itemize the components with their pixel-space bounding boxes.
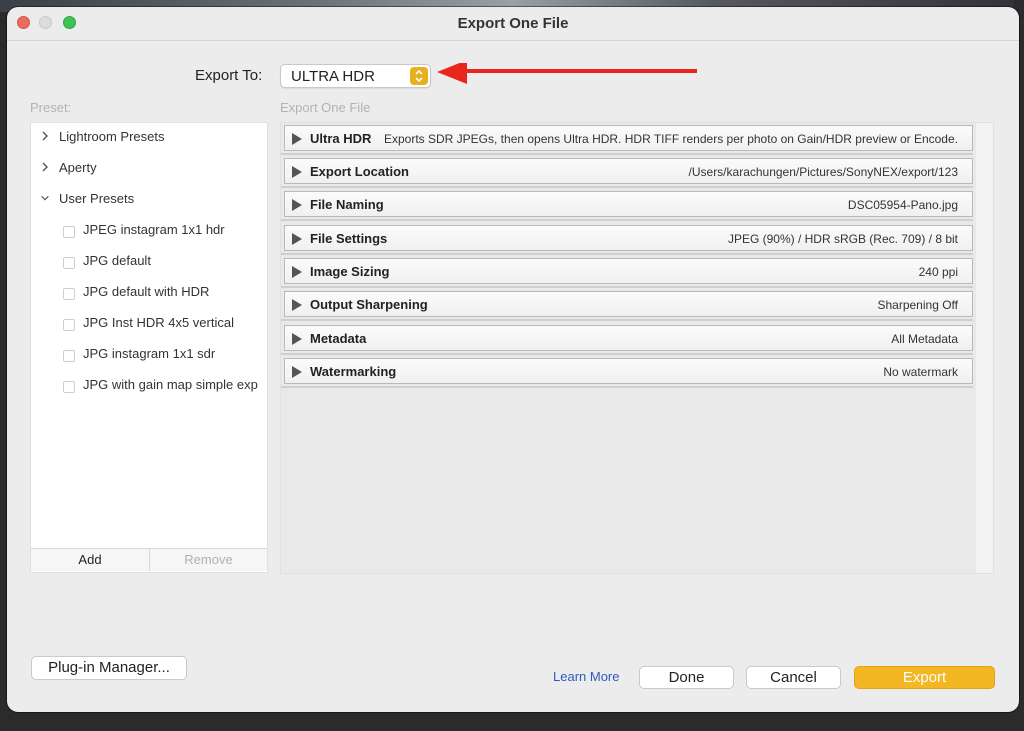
section-title: File Naming (310, 197, 384, 212)
disclosure-triangle-icon[interactable] (292, 333, 302, 345)
preset-checkbox[interactable] (63, 226, 75, 238)
section-divider (281, 219, 973, 221)
disclosure-triangle-icon[interactable] (292, 133, 302, 145)
export-panel-label: Export One File (280, 100, 371, 115)
preset-checkbox[interactable] (63, 288, 75, 300)
section-export-location[interactable]: Export Location /Users/karachungen/Pictu… (284, 158, 973, 184)
stepper-icon[interactable] (410, 67, 428, 85)
preset-button-bar: Add Remove (31, 548, 267, 572)
disclosure-triangle-icon[interactable] (292, 166, 302, 178)
section-title: Ultra HDR (310, 131, 372, 146)
plugin-manager-button[interactable]: Plug-in Manager... (31, 656, 187, 680)
preset-list: Lightroom Presets Aperty User Presets JP… (30, 122, 268, 573)
section-output-sharpening[interactable]: Output Sharpening Sharpening Off (284, 291, 973, 317)
export-button[interactable]: Export (854, 666, 995, 689)
disclosure-triangle-icon[interactable] (292, 366, 302, 378)
section-image-sizing[interactable]: Image Sizing 240 ppi (284, 258, 973, 284)
export-dialog: Export One File Export To: ULTRA HDR Pre… (7, 7, 1019, 712)
red-arrow-icon (437, 63, 697, 84)
user-preset-label: JPG with gain map simple exp (83, 377, 258, 392)
user-preset-label: JPG default (83, 253, 151, 268)
section-title: File Settings (310, 231, 388, 246)
disclosure-triangle-icon[interactable] (292, 299, 302, 311)
section-title: Watermarking (310, 364, 397, 379)
preset-checkbox[interactable] (63, 319, 75, 331)
section-file-settings[interactable]: File Settings JPEG (90%) / HDR sRGB (Rec… (284, 225, 973, 251)
chevron-down-icon[interactable] (40, 192, 50, 204)
section-title: Export Location (310, 164, 409, 179)
remove-preset-button[interactable]: Remove (150, 549, 267, 571)
disclosure-triangle-icon[interactable] (292, 266, 302, 278)
user-preset-label: JPG Inst HDR 4x5 vertical (83, 315, 234, 330)
cancel-button[interactable]: Cancel (746, 666, 841, 689)
preset-label: Preset: (30, 100, 72, 115)
export-to-dropdown[interactable]: ULTRA HDR (280, 64, 431, 88)
section-title: Metadata (310, 331, 367, 346)
preset-checkbox[interactable] (63, 381, 75, 393)
learn-more-link[interactable]: Learn More (553, 669, 619, 684)
export-settings-panel: Ultra HDR Exports SDR JPEGs, then opens … (280, 122, 994, 574)
scrollbar[interactable] (976, 123, 993, 573)
section-summary: All Metadata (891, 332, 958, 346)
add-preset-button[interactable]: Add (31, 549, 150, 571)
section-title: Image Sizing (310, 264, 390, 279)
chevron-right-icon[interactable] (40, 161, 50, 173)
preset-group-label: Aperty (59, 160, 97, 175)
disclosure-triangle-icon[interactable] (292, 233, 302, 245)
section-divider (281, 386, 973, 388)
window-title: Export One File (457, 15, 569, 32)
preset-checkbox[interactable] (63, 257, 75, 269)
user-preset-label: JPG default with HDR (83, 284, 210, 299)
section-title: Output Sharpening (310, 297, 428, 312)
section-summary: Exports SDR JPEGs, then opens Ultra HDR.… (383, 132, 958, 146)
section-metadata[interactable]: Metadata All Metadata (284, 325, 973, 351)
export-to-value: ULTRA HDR (291, 68, 375, 85)
section-summary: DSC05954-Pano.jpg (847, 198, 958, 212)
section-summary: Sharpening Off (877, 298, 958, 312)
section-watermarking[interactable]: Watermarking No watermark (284, 358, 973, 384)
chevron-right-icon[interactable] (40, 130, 50, 142)
user-preset-label: JPG instagram 1x1 sdr (83, 346, 216, 361)
disclosure-triangle-icon[interactable] (292, 199, 302, 211)
section-divider (281, 153, 973, 155)
user-preset-label: JPEG instagram 1x1 hdr (83, 222, 225, 237)
title-divider (7, 40, 1019, 41)
section-ultra-hdr[interactable]: Ultra HDR Exports SDR JPEGs, then opens … (284, 125, 973, 151)
export-to-label: Export To: (195, 67, 263, 84)
preset-group-label: Lightroom Presets (59, 129, 165, 144)
section-divider (281, 186, 973, 188)
section-summary: /Users/karachungen/Pictures/SonyNEX/expo… (688, 165, 958, 179)
section-divider (281, 253, 973, 255)
section-file-naming[interactable]: File Naming DSC05954-Pano.jpg (284, 191, 973, 217)
section-summary: 240 ppi (918, 265, 958, 279)
section-divider (281, 319, 973, 321)
section-summary: No watermark (883, 365, 958, 379)
preset-checkbox[interactable] (63, 350, 75, 362)
section-summary: JPEG (90%) / HDR sRGB (Rec. 709) / 8 bit (727, 232, 958, 246)
background-app-bottom (0, 711, 1024, 731)
title-bar: Export One File (7, 7, 1019, 41)
preset-group-label: User Presets (59, 191, 135, 206)
done-button[interactable]: Done (639, 666, 734, 689)
section-divider (281, 353, 973, 355)
section-divider (281, 286, 973, 288)
